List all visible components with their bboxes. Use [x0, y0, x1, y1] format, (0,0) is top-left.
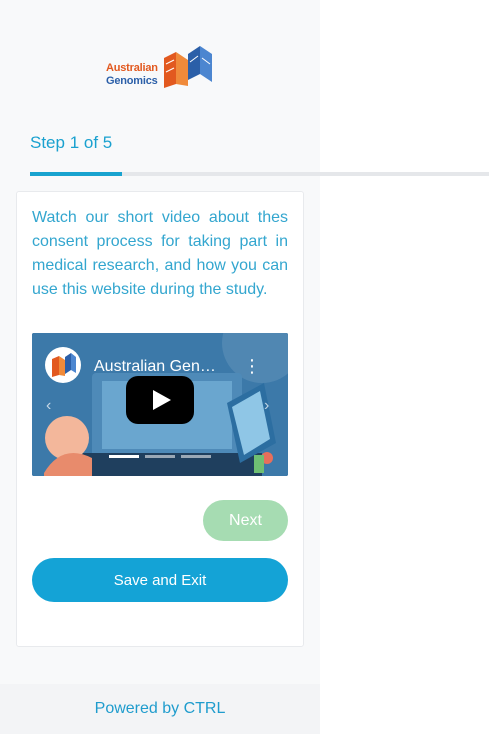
play-icon[interactable]	[126, 376, 194, 424]
channel-avatar[interactable]	[45, 347, 81, 383]
footer: Powered by CTRL	[0, 684, 320, 734]
step-indicator: Step 1 of 5	[30, 133, 113, 152]
video-player[interactable]: Australian Gen… ⋮ ‹ ›	[32, 333, 288, 476]
more-vert-icon[interactable]: ⋮	[243, 355, 261, 377]
carousel-dot-3[interactable]	[181, 455, 211, 458]
carousel-dot-2[interactable]	[145, 455, 175, 458]
australian-genomics-logo: Australian Genomics	[106, 44, 216, 92]
logo-text: Australian Genomics	[106, 62, 158, 88]
save-and-exit-button[interactable]: Save and Exit	[32, 558, 288, 602]
next-button[interactable]: Next	[203, 500, 288, 541]
powered-by-text[interactable]: Powered by CTRL	[95, 700, 226, 717]
logo-mark-icon	[164, 46, 212, 88]
carousel-next-icon[interactable]: ›	[264, 397, 269, 415]
video-title[interactable]: Australian Gen…	[94, 358, 216, 376]
carousel-dot-1[interactable]	[109, 455, 139, 458]
logo-line-1: Australian	[106, 62, 158, 74]
carousel-prev-icon[interactable]: ‹	[46, 397, 51, 415]
progress-fill	[30, 172, 122, 176]
intro-text: Watch our short video about thes consent…	[32, 209, 288, 298]
logo-line-2: Genomics	[106, 75, 158, 87]
